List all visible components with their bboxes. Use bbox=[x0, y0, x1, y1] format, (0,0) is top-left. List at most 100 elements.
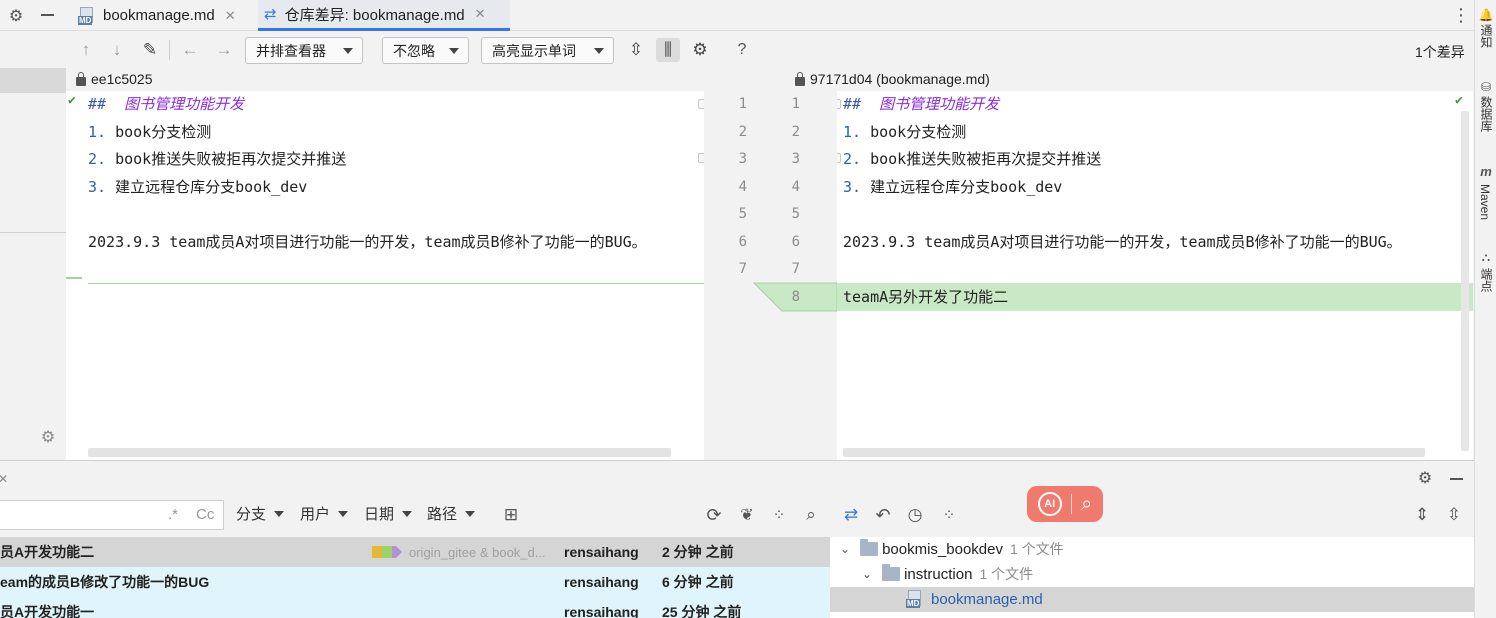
viewer-mode-label: 并排查看器 bbox=[256, 42, 326, 59]
left-line-number: 3 bbox=[738, 151, 747, 167]
right-line-number: 8 bbox=[791, 289, 800, 305]
left-line-number: 2 bbox=[738, 124, 747, 140]
tree-node-folder[interactable]: ⌄ instruction 1 个文件 bbox=[862, 562, 1033, 586]
chevron-down-icon bbox=[402, 510, 413, 517]
table-row[interactable]: eam的成员B修改了功能一的BUG rensaihang 6 分钟 之前 bbox=[0, 567, 830, 597]
list-number: 3. bbox=[843, 178, 862, 196]
log-search-field[interactable]: .* Cc bbox=[0, 500, 224, 530]
gear-icon[interactable]: ⚙ bbox=[6, 6, 26, 26]
group-by-icon[interactable]: ⁘ bbox=[938, 504, 960, 526]
forward-icon[interactable]: → bbox=[212, 38, 236, 62]
list-number: 2. bbox=[88, 150, 107, 168]
close-icon[interactable]: ✕ bbox=[0, 472, 8, 486]
close-icon[interactable]: ✕ bbox=[225, 8, 236, 24]
right-revision-header: 97171d04 (bookmanage.md) bbox=[795, 68, 990, 90]
ignore-whitespace-dropdown[interactable]: 不忽略 bbox=[382, 37, 469, 64]
minimize-icon[interactable] bbox=[1450, 478, 1463, 480]
sync-scroll-icon[interactable]: ⫼ bbox=[656, 38, 680, 62]
refresh-icon[interactable]: ⟳ bbox=[703, 504, 725, 526]
database-tool[interactable]: 数据库 bbox=[1478, 96, 1495, 132]
table-row[interactable]: 员A开发功能二 origin_gitee & book_d... rensaih… bbox=[0, 537, 830, 567]
tab-repo-diff[interactable]: ⇄ 仓库差异: bookmanage.md ✕ bbox=[258, 0, 510, 31]
list-number: 3. bbox=[88, 178, 107, 196]
chevron-down-icon[interactable]: ⌄ bbox=[840, 542, 850, 556]
history-icon[interactable]: ◷ bbox=[904, 504, 926, 526]
highlight-mode-dropdown[interactable]: 高亮显示单词 bbox=[481, 37, 614, 64]
line-text: book分支检测 bbox=[870, 123, 967, 141]
line-text: book推送失败被拒再次提交并推送 bbox=[115, 150, 347, 168]
expand-all-icon[interactable]: ⇕ bbox=[1411, 504, 1433, 526]
file-count: 1 个文件 bbox=[1009, 541, 1064, 557]
minimize-icon[interactable] bbox=[41, 14, 54, 16]
fold-marker[interactable] bbox=[837, 99, 841, 109]
cherry-pick-icon[interactable]: ❦ bbox=[736, 504, 758, 526]
viewer-mode-dropdown[interactable]: 并排查看器 bbox=[245, 37, 363, 64]
path-filter[interactable]: 路径 bbox=[427, 503, 476, 524]
match-case-toggle[interactable]: Cc bbox=[196, 506, 214, 523]
settings-icon[interactable]: ⚙ bbox=[688, 38, 712, 62]
tree-node-root[interactable]: ⌄ bookmis_bookdev 1 个文件 bbox=[840, 537, 1064, 561]
close-icon[interactable]: ✕ bbox=[475, 6, 486, 22]
check-icon: ✔ bbox=[68, 93, 76, 108]
path-filter-label: 路径 bbox=[427, 506, 458, 523]
ai-assistant-widget[interactable]: AI ⌕ bbox=[1027, 486, 1103, 522]
date-filter[interactable]: 日期 bbox=[364, 503, 413, 524]
regex-toggle[interactable]: .* bbox=[168, 506, 178, 523]
commit-message: 员A开发功能二 bbox=[0, 544, 95, 560]
database-icon[interactable]: ⛁ bbox=[1479, 80, 1493, 94]
right-editor[interactable]: ## 图书管理功能开发 1. book分支检测 2. book推送失败被拒再次提… bbox=[837, 91, 1473, 460]
line-text: 2023.9.3 team成员A对项目进行功能一的开发，team成员B修补了功能… bbox=[843, 233, 1402, 251]
search-icon[interactable]: ⌕ bbox=[800, 504, 822, 526]
horizontal-scrollbar[interactable] bbox=[843, 448, 1425, 457]
commit-author: rensaihang bbox=[564, 574, 639, 590]
left-line-number: 5 bbox=[738, 206, 747, 222]
notifications-tool[interactable]: 通知 bbox=[1478, 24, 1495, 48]
code-line: 2. book推送失败被拒再次提交并推送 bbox=[88, 146, 346, 173]
bell-icon[interactable]: 🔔 bbox=[1479, 8, 1494, 22]
edit-source-icon[interactable]: ✎ bbox=[138, 38, 162, 62]
line-text: 建立远程仓库分支book_dev bbox=[870, 178, 1063, 196]
endpoints-icon[interactable]: ⛬ bbox=[1479, 250, 1493, 264]
insertion-line bbox=[88, 283, 704, 284]
settings-icon[interactable]: ⚙ bbox=[1416, 469, 1434, 487]
code-line: 2. book推送失败被拒再次提交并推送 bbox=[843, 146, 1101, 173]
search-icon[interactable]: ⌕ bbox=[1081, 493, 1092, 516]
revert-icon[interactable]: ↶ bbox=[872, 504, 894, 526]
user-filter[interactable]: 用户 bbox=[300, 503, 349, 524]
vertical-scrollbar[interactable] bbox=[1461, 111, 1469, 451]
date-filter-label: 日期 bbox=[364, 506, 395, 523]
tab-bookmanage[interactable]: MD bookmanage.md ✕ bbox=[78, 0, 244, 31]
collapse-all-icon[interactable]: ⇳ bbox=[1443, 504, 1465, 526]
more-options-icon[interactable]: ⋮ bbox=[1452, 6, 1470, 26]
table-row[interactable]: 员A开发功能一 rensaihang 25 分钟 之前 bbox=[0, 597, 830, 618]
maven-tool[interactable]: Maven bbox=[1478, 184, 1492, 220]
tree-node-file[interactable]: MD bookmanage.md bbox=[906, 587, 1043, 611]
horizontal-scrollbar[interactable] bbox=[88, 448, 671, 457]
previous-difference-icon[interactable]: ↑ bbox=[74, 38, 98, 62]
back-icon[interactable]: ← bbox=[178, 38, 202, 62]
line-number-gutter: 1 2 3 4 5 6 7 1 2 3 4 5 6 7 8 bbox=[704, 91, 837, 460]
next-difference-icon[interactable]: ↓ bbox=[105, 38, 129, 62]
markdown-file-icon: MD bbox=[78, 6, 96, 25]
ai-icon[interactable]: AI bbox=[1037, 492, 1062, 516]
collapse-unchanged-icon[interactable]: ⇳ bbox=[624, 38, 648, 62]
user-filter-label: 用户 bbox=[300, 506, 331, 523]
chevron-down-icon[interactable]: ⌄ bbox=[862, 567, 872, 581]
settings-icon[interactable]: ⚙ bbox=[39, 428, 57, 446]
markdown-file-icon: MD bbox=[906, 590, 924, 608]
endpoints-tool[interactable]: 端点 bbox=[1478, 268, 1495, 292]
maven-icon[interactable]: m bbox=[1479, 164, 1493, 179]
divider bbox=[1070, 494, 1072, 514]
view-options-icon[interactable]: ⁘ bbox=[768, 504, 790, 526]
left-line-number: 7 bbox=[738, 261, 747, 277]
left-revision-label: ee1c5025 bbox=[91, 71, 153, 87]
chevron-down-icon bbox=[338, 510, 349, 517]
fold-marker[interactable] bbox=[837, 153, 841, 163]
diff-icon[interactable]: ⇄ bbox=[840, 504, 862, 526]
new-tab-icon[interactable]: ⊞ bbox=[500, 504, 522, 526]
line-text: 2023.9.3 team成员A对项目进行功能一的开发，team成员B修补了功能… bbox=[88, 233, 647, 251]
help-icon[interactable]: ? bbox=[730, 38, 754, 62]
branch-filter[interactable]: 分支 bbox=[236, 503, 285, 524]
code-line: 1. book分支检测 bbox=[88, 119, 211, 146]
left-editor[interactable]: ✔ ## 图书管理功能开发 1. book分支检测 2. book推送失败被拒再… bbox=[66, 91, 704, 460]
